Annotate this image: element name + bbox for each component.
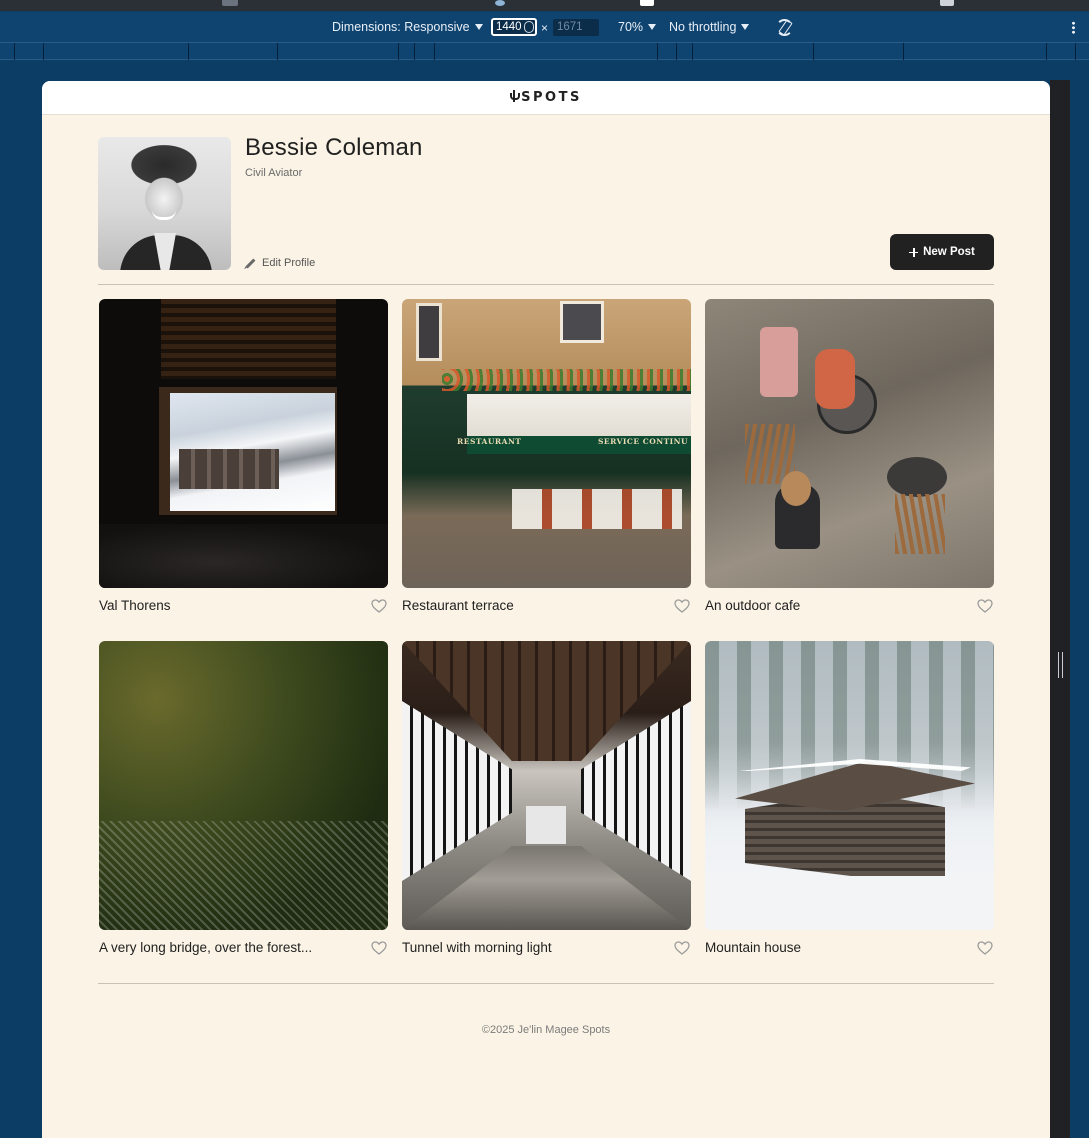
card-image[interactable]: RESTAURANT SERVICE CONTINU <box>402 299 691 588</box>
throttling-label: No throttling <box>669 20 737 34</box>
sign-service: SERVICE CONTINU <box>598 437 689 446</box>
card-title: A very long bridge, over the forest... <box>99 940 313 955</box>
throttling-dropdown[interactable]: No throttling <box>669 20 750 34</box>
plus-icon <box>909 247 919 257</box>
card: Mountain house <box>705 641 994 960</box>
width-value: 1440 <box>496 21 522 33</box>
heart-icon[interactable] <box>371 941 387 955</box>
zoom-dropdown[interactable]: 70% <box>618 20 657 34</box>
card-image[interactable] <box>99 641 388 930</box>
profile-name: Bessie Coleman <box>245 134 423 161</box>
heart-icon[interactable] <box>977 941 993 955</box>
dimensions-label: Dimensions: Responsive <box>332 20 470 34</box>
pencil-icon <box>245 258 256 268</box>
new-post-button[interactable]: New Post <box>890 234 994 270</box>
height-value: 1671 <box>557 21 583 33</box>
spinner-icon[interactable] <box>524 21 534 33</box>
dimensions-dropdown[interactable]: Dimensions: Responsive <box>332 20 483 34</box>
chevron-down-icon <box>474 24 483 30</box>
card-image[interactable] <box>99 299 388 588</box>
zoom-label: 70% <box>618 20 644 34</box>
edit-profile-label: Edit Profile <box>262 257 316 269</box>
heart-icon[interactable] <box>674 599 690 613</box>
sign-restaurant: RESTAURANT <box>457 437 522 446</box>
card-image[interactable] <box>402 641 691 930</box>
footer-text: ©2025 Je'lin Magee Spots <box>481 1024 611 1036</box>
width-input[interactable]: 1440 <box>491 18 537 36</box>
card: A very long bridge, over the forest... <box>99 641 388 960</box>
card-title: Val Thorens <box>99 598 171 613</box>
more-icon[interactable] <box>1072 21 1075 34</box>
card: An outdoor cafe <box>705 299 994 618</box>
footer-divider <box>98 983 994 984</box>
card: RESTAURANT SERVICE CONTINU Restaurant te… <box>402 299 691 618</box>
heart-icon[interactable] <box>371 599 387 613</box>
resize-handle[interactable] <box>1058 652 1063 678</box>
card-image[interactable] <box>705 299 994 588</box>
site-header: SPOTS <box>42 81 1050 115</box>
profile-role: Civil Aviator <box>245 167 303 179</box>
times-separator: × <box>541 21 549 35</box>
card-image[interactable] <box>705 641 994 930</box>
logo-text: SPOTS <box>521 90 582 105</box>
chevron-down-icon <box>648 24 657 30</box>
card-title: Mountain house <box>705 940 802 955</box>
browser-tab-strip <box>0 0 1089 12</box>
profile-divider <box>98 284 994 285</box>
spots-logo-icon <box>510 90 521 102</box>
device-toolbar: Dimensions: Responsive 1440 × 1671 70% N… <box>0 12 1089 42</box>
card-title: Restaurant terrace <box>402 598 514 613</box>
page-viewport: SPOTS Bessie Coleman Civil Aviator Edit … <box>42 81 1050 1138</box>
card-title: An outdoor cafe <box>705 598 801 613</box>
heart-icon[interactable] <box>674 941 690 955</box>
card: Tunnel with morning light <box>402 641 691 960</box>
card-title: Tunnel with morning light <box>402 940 552 955</box>
chevron-down-icon <box>741 24 750 30</box>
height-input[interactable]: 1671 <box>553 19 599 36</box>
new-post-label: New Post <box>923 246 975 258</box>
rotate-icon[interactable] <box>776 19 793 36</box>
media-query-ruler[interactable] <box>0 42 1089 60</box>
site-logo[interactable]: SPOTS <box>42 90 1050 105</box>
profile-avatar <box>98 137 231 270</box>
resize-gutter <box>1050 80 1070 1138</box>
edit-profile-button[interactable]: Edit Profile <box>245 257 315 269</box>
heart-icon[interactable] <box>977 599 993 613</box>
card: Val Thorens <box>99 299 388 618</box>
